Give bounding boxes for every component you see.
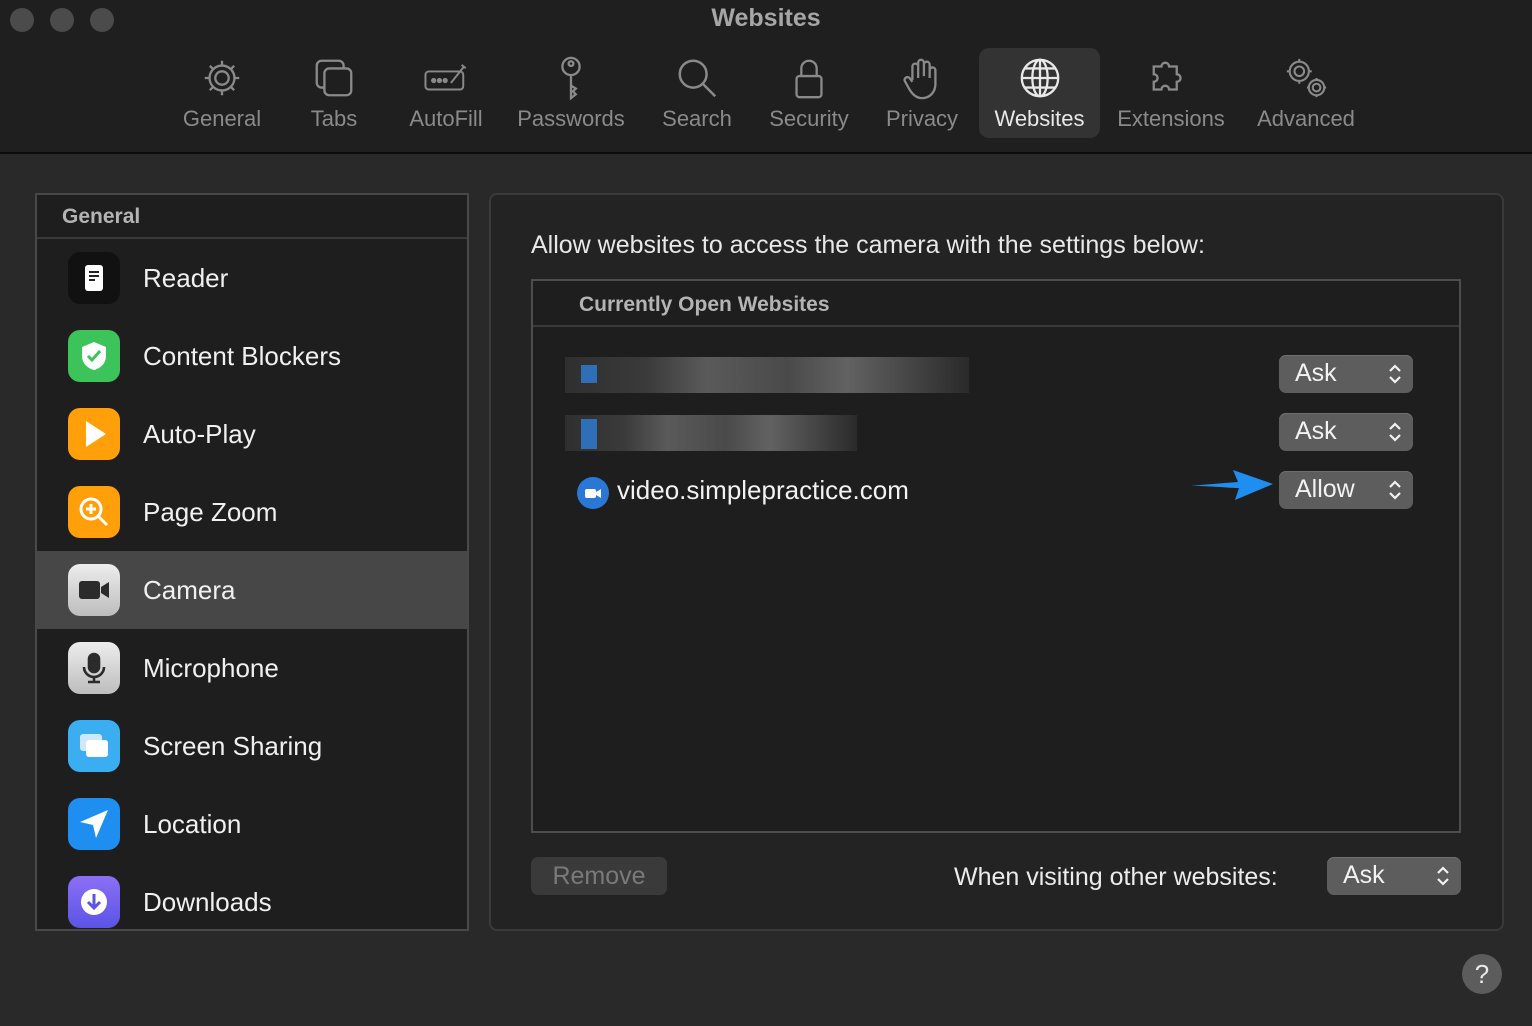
- site-setting-popup[interactable]: Ask: [1279, 355, 1413, 393]
- gears-icon: [1282, 54, 1330, 102]
- download-icon: [68, 876, 120, 928]
- tab-privacy[interactable]: Privacy: [878, 48, 966, 138]
- site-favicon: [581, 419, 597, 449]
- key-icon: [547, 54, 595, 102]
- camera-icon: [68, 564, 120, 616]
- tab-general[interactable]: General: [172, 48, 272, 138]
- panel-description: Allow websites to access the camera with…: [531, 231, 1205, 259]
- other-websites-setting-popup[interactable]: Ask: [1327, 857, 1461, 895]
- sidebar-item-content-blockers[interactable]: Content Blockers: [37, 317, 467, 395]
- hand-icon: [898, 54, 946, 102]
- other-websites-label: When visiting other websites:: [954, 863, 1278, 891]
- shield-check-icon: [68, 330, 120, 382]
- search-icon: [673, 54, 721, 102]
- tab-search[interactable]: Search: [654, 48, 740, 138]
- table-row[interactable]: Ask: [533, 353, 1459, 397]
- camera-settings-panel: Allow websites to access the camera with…: [489, 193, 1504, 931]
- lock-icon: [785, 54, 833, 102]
- gear-icon: [198, 54, 246, 102]
- sidebar-item-auto-play[interactable]: Auto-Play: [37, 395, 467, 473]
- sidebar: General Reader Content Blockers Auto-Pla…: [35, 193, 469, 931]
- chevron-up-down-icon: [1389, 480, 1401, 500]
- sidebar-item-screen-sharing[interactable]: Screen Sharing: [37, 707, 467, 785]
- tab-extensions[interactable]: Extensions: [1112, 48, 1230, 138]
- sidebar-section-header: General: [37, 195, 467, 239]
- zoom-icon: [68, 486, 120, 538]
- sidebar-item-microphone[interactable]: Microphone: [37, 629, 467, 707]
- site-setting-popup[interactable]: Allow: [1279, 471, 1413, 509]
- video-chat-icon: [577, 477, 609, 509]
- preferences-toolbar: General Tabs AutoFill Passwords Search S…: [0, 48, 1532, 138]
- screen-sharing-icon: [68, 720, 120, 772]
- puzzle-icon: [1147, 54, 1195, 102]
- chevron-up-down-icon: [1389, 422, 1401, 442]
- websites-table: Currently Open Websites Ask Ask video.si…: [531, 279, 1461, 833]
- tab-security[interactable]: Security: [760, 48, 858, 138]
- autofill-icon: [422, 54, 470, 102]
- sidebar-item-downloads[interactable]: Downloads: [37, 863, 467, 929]
- site-name: video.simplepractice.com: [617, 475, 909, 505]
- blurred-site-name: [565, 415, 857, 451]
- chevron-up-down-icon: [1437, 866, 1449, 886]
- table-row[interactable]: Ask: [533, 411, 1459, 455]
- blurred-site-name: [565, 357, 969, 393]
- tab-advanced[interactable]: Advanced: [1250, 48, 1362, 138]
- table-header: Currently Open Websites: [533, 281, 1459, 327]
- annotation-arrow-icon: [1191, 470, 1273, 500]
- globe-icon: [1016, 54, 1064, 102]
- sidebar-item-reader[interactable]: Reader: [37, 239, 467, 317]
- reader-icon: [68, 252, 120, 304]
- tab-passwords[interactable]: Passwords: [510, 48, 632, 138]
- remove-button[interactable]: Remove: [531, 857, 667, 895]
- location-icon: [68, 798, 120, 850]
- help-button[interactable]: ?: [1462, 954, 1502, 994]
- title-bar: Websites General Tabs AutoFill Passwords: [0, 0, 1532, 154]
- tabs-icon: [310, 54, 358, 102]
- tab-websites[interactable]: Websites: [979, 48, 1100, 138]
- tab-tabs[interactable]: Tabs: [294, 48, 374, 138]
- window-title: Websites: [711, 4, 821, 32]
- sidebar-item-location[interactable]: Location: [37, 785, 467, 863]
- play-icon: [68, 408, 120, 460]
- microphone-icon: [68, 642, 120, 694]
- sidebar-item-camera[interactable]: Camera: [37, 551, 467, 629]
- sidebar-item-page-zoom[interactable]: Page Zoom: [37, 473, 467, 551]
- chevron-up-down-icon: [1389, 364, 1401, 384]
- tab-autofill[interactable]: AutoFill: [398, 48, 494, 138]
- site-setting-popup[interactable]: Ask: [1279, 413, 1413, 451]
- site-favicon: [581, 365, 597, 383]
- table-row[interactable]: video.simplepractice.com Allow: [533, 469, 1459, 513]
